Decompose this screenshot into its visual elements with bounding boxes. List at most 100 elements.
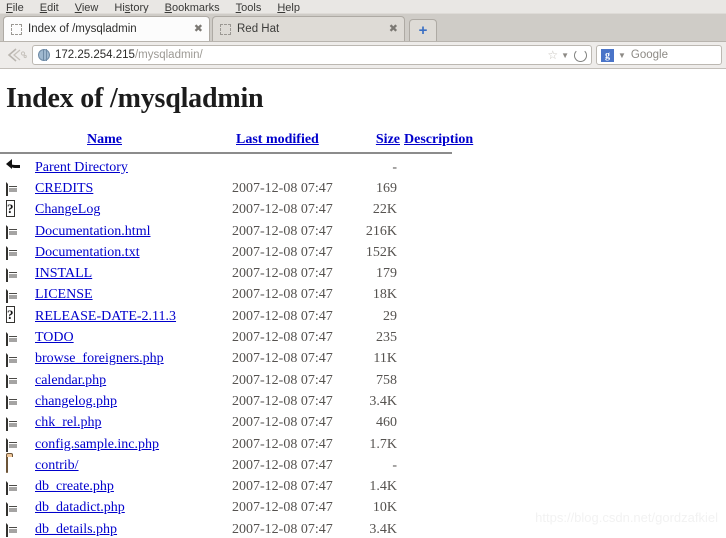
sort-by-description-link[interactable]: Description — [404, 132, 473, 147]
star-icon[interactable]: ☆ — [547, 48, 558, 62]
back-forward-button[interactable] — [4, 45, 30, 65]
chevron-down-icon[interactable]: ▼ — [618, 51, 626, 60]
file-link[interactable]: TODO — [35, 330, 74, 345]
watermark-text: https://blog.csdn.net/gordzafkiel — [535, 510, 718, 525]
file-link[interactable]: browse_foreigners.php — [35, 351, 164, 366]
last-modified-cell: 2007-12-08 07:47 — [232, 479, 333, 495]
last-modified-cell: 2007-12-08 07:47 — [232, 244, 333, 260]
size-cell: 10K — [372, 500, 397, 516]
description-cell — [400, 285, 480, 306]
file-link[interactable]: CREDITS — [35, 181, 93, 196]
size-cell: 460 — [376, 415, 397, 431]
search-bar[interactable]: g ▼ Google — [596, 45, 722, 65]
description-cell — [400, 327, 480, 348]
last-modified-cell: 2007-12-08 07:47 — [232, 308, 333, 324]
size-cell: 3.4K — [369, 521, 397, 537]
file-name-cell: db_datadict.php — [35, 498, 232, 519]
address-bar[interactable]: 172.25.254.215/mysqladmin/ ☆ ▼ — [32, 45, 592, 65]
doc-icon — [0, 285, 35, 306]
table-row: Documentation.txt 2007-12-08 07:47 152K — [0, 242, 480, 263]
directory-rows: Parent Directory - CREDITS 2007-12-08 07:47… — [0, 157, 480, 537]
table-row: TODO 2007-12-08 07:47 235 — [0, 327, 480, 348]
file-link[interactable]: db_create.php — [35, 479, 114, 494]
file-link[interactable]: RELEASE-DATE-2.11.3 — [35, 309, 176, 324]
tab-strip: Index of /mysqladmin ✖ Red Hat ✖ + — [0, 14, 726, 42]
browser-window: File Edit View History Bookmarks Tools Help In… — [0, 0, 726, 538]
table-row: browse_foreigners.php 2007-12-08 07:47 11K — [0, 349, 480, 370]
doc-icon — [0, 242, 35, 263]
file-name-cell: Documentation.txt — [35, 242, 232, 263]
chevron-down-icon[interactable]: ▼ — [561, 51, 569, 60]
column-header-name: Name — [0, 132, 232, 150]
size-cell: 169 — [376, 180, 397, 196]
size-cell: - — [392, 457, 397, 473]
file-name-cell: Parent Directory — [35, 157, 232, 178]
table-row: changelog.php 2007-12-08 07:47 3.4K — [0, 391, 480, 412]
last-modified-cell: 2007-12-08 07:47 — [232, 266, 333, 282]
file-name-cell: LICENSE — [35, 285, 232, 306]
size-cell: 1.7K — [369, 436, 397, 452]
divider — [0, 152, 452, 154]
size-cell: 179 — [376, 266, 397, 282]
url-path: /mysqladmin/ — [134, 49, 203, 61]
menu-item-view[interactable]: View — [75, 2, 99, 13]
menu-item-help[interactable]: Help — [277, 2, 300, 13]
sort-by-size-link[interactable]: Size — [376, 132, 400, 147]
last-modified-cell: 2007-12-08 07:47 — [232, 202, 333, 218]
menu-item-file[interactable]: File — [6, 2, 24, 13]
description-cell — [400, 178, 480, 199]
reload-icon[interactable] — [574, 48, 587, 62]
tab-red-hat[interactable]: Red Hat ✖ — [212, 16, 405, 41]
new-tab-button[interactable]: + — [409, 19, 437, 41]
file-link[interactable]: INSTALL — [35, 266, 92, 281]
file-link[interactable]: chk_rel.php — [35, 415, 101, 430]
file-link[interactable]: config.sample.inc.php — [35, 437, 159, 452]
description-cell — [400, 157, 480, 178]
tab-index-of-mysqladmin[interactable]: Index of /mysqladmin ✖ — [3, 16, 210, 41]
menu-item-history[interactable]: History — [114, 2, 148, 13]
unknown-icon: ? — [6, 306, 15, 324]
file-link[interactable]: Parent Directory — [35, 160, 128, 175]
file-link[interactable]: LICENSE — [35, 287, 93, 302]
close-icon[interactable]: ✖ — [194, 23, 203, 35]
file-name-cell: Documentation.html — [35, 221, 232, 242]
doc-icon — [0, 370, 35, 391]
description-cell — [400, 306, 480, 327]
header-divider-row — [0, 150, 480, 157]
file-link[interactable]: changelog.php — [35, 394, 117, 409]
file-link[interactable]: Documentation.txt — [35, 245, 140, 260]
sort-by-name-link[interactable]: Name — [87, 132, 122, 147]
menu-bar: File Edit View History Bookmarks Tools Help — [0, 0, 726, 14]
file-name-cell: RELEASE-DATE-2.11.3 — [35, 306, 232, 327]
file-link[interactable]: db_datadict.php — [35, 500, 125, 515]
doc-icon — [0, 519, 35, 537]
description-cell — [400, 391, 480, 412]
description-cell — [400, 221, 480, 242]
file-name-cell: calendar.php — [35, 370, 232, 391]
sort-by-date-link[interactable]: Last modified — [236, 132, 319, 147]
file-link[interactable]: contrib/ — [35, 458, 79, 473]
url-host: 172.25.254.215 — [55, 49, 135, 61]
file-link[interactable]: Documentation.html — [35, 224, 150, 239]
last-modified-cell: 2007-12-08 07:47 — [232, 180, 333, 196]
last-modified-cell: 2007-12-08 07:47 — [232, 521, 333, 537]
file-name-cell: INSTALL — [35, 263, 232, 284]
favicon-placeholder-icon — [220, 23, 231, 35]
file-name-cell: CREDITS — [35, 178, 232, 199]
close-icon[interactable]: ✖ — [389, 23, 398, 35]
menu-item-edit[interactable]: Edit — [40, 2, 59, 13]
file-link[interactable]: calendar.php — [35, 373, 106, 388]
last-modified-cell: 2007-12-08 07:47 — [232, 330, 333, 346]
table-row: db_details.php 2007-12-08 07:47 3.4K — [0, 519, 480, 537]
file-name-cell: ChangeLog — [35, 200, 232, 221]
menu-item-bookmarks[interactable]: Bookmarks — [165, 2, 220, 13]
table-row: LICENSE 2007-12-08 07:47 18K — [0, 285, 480, 306]
file-link[interactable]: ChangeLog — [35, 202, 100, 217]
description-cell — [400, 519, 480, 537]
doc-icon — [0, 476, 35, 497]
last-modified-cell: 2007-12-08 07:47 — [232, 415, 333, 431]
menu-item-tools[interactable]: Tools — [236, 2, 262, 13]
file-link[interactable]: db_details.php — [35, 522, 117, 537]
back-icon — [0, 157, 35, 178]
description-cell — [400, 413, 480, 434]
